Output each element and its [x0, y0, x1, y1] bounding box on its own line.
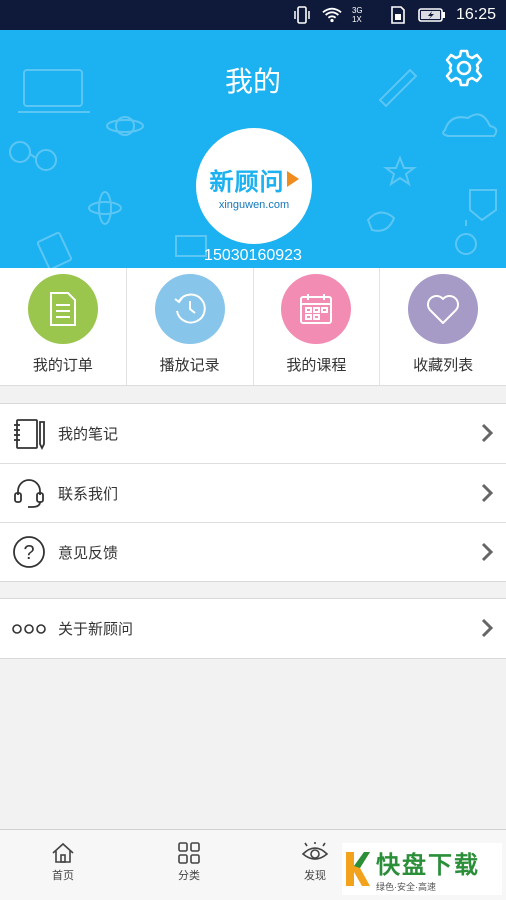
quick-label-courses: 我的课程	[286, 357, 347, 374]
screen: 3G 1X 16:25 我的 新顾问 xinguwen.com 15030160…	[0, 0, 506, 900]
chevron-right-icon	[481, 542, 494, 562]
chevron-right-icon	[481, 423, 494, 443]
chevron-right-icon	[481, 618, 494, 638]
quick-label-orders: 我的订单	[32, 357, 93, 374]
network-type-label: 3G	[351, 6, 363, 15]
nav-label-discover: 发现	[304, 870, 326, 882]
menu-label-about: 关于新顾问	[58, 621, 134, 638]
play-icon	[286, 171, 299, 187]
heart-icon	[408, 274, 479, 344]
calendar-icon	[281, 274, 352, 344]
menu-item-about[interactable]: 关于新顾问	[0, 599, 506, 658]
nav-label-home: 首页	[52, 870, 74, 882]
document-icon	[27, 274, 98, 344]
svg-text:?: ?	[23, 542, 34, 564]
network-sub-label: 1X	[351, 15, 362, 24]
question-icon: ?	[12, 535, 46, 569]
nav-label-category: 分类	[178, 870, 200, 882]
menu-item-contact[interactable]: 联系我们	[0, 463, 506, 522]
menu-label-feedback: 意见反馈	[58, 544, 119, 562]
avatar[interactable]: 新顾问 xinguwen.com	[196, 128, 312, 244]
eye-icon	[301, 842, 329, 860]
quick-actions: 我的订单 播放记录 我的课程 收藏列表	[0, 268, 506, 386]
notebook-icon	[12, 417, 46, 451]
menu-item-notes[interactable]: 我的笔记	[0, 404, 506, 463]
quick-label-history: 播放记录	[159, 357, 220, 374]
history-icon	[154, 274, 225, 344]
quick-item-orders[interactable]: 我的订单	[0, 268, 127, 385]
user-phone: 15030160923	[204, 247, 302, 264]
profile-header: 我的 新顾问 xinguwen.com 15030160923	[0, 30, 506, 268]
watermark-brand: 快盘下载	[376, 852, 480, 879]
logo-url: xinguwen.com	[218, 198, 290, 211]
watermark: 快盘下载 绿色·安全·高速	[342, 843, 502, 895]
wifi-icon	[322, 6, 342, 24]
sim-icon	[388, 6, 408, 24]
chevron-right-icon	[481, 483, 494, 503]
quick-item-history[interactable]: 播放记录	[127, 268, 254, 385]
quick-label-favorites: 收藏列表	[413, 357, 474, 374]
gear-icon[interactable]	[444, 48, 484, 88]
quick-item-courses[interactable]: 我的课程	[254, 268, 381, 385]
menu-item-feedback[interactable]: ? 意见反馈	[0, 522, 506, 581]
status-bar: 3G 1X 16:25	[0, 0, 506, 30]
grid-icon	[178, 842, 200, 864]
quick-item-favorites[interactable]: 收藏列表	[380, 268, 506, 385]
more-dots-icon	[12, 612, 46, 646]
home-icon	[52, 842, 74, 863]
nav-home[interactable]: 首页	[0, 830, 126, 900]
watermark-tagline: 绿色·安全·高速	[376, 882, 436, 892]
clock: 16:25	[455, 6, 496, 23]
vibrate-icon	[292, 6, 312, 24]
page-title: 我的	[224, 66, 281, 97]
menu-label-contact: 联系我们	[58, 485, 119, 503]
logo-text: 新顾问	[210, 162, 299, 197]
signal-icon: 3G 1X	[352, 6, 378, 24]
menu-label-notes: 我的笔记	[58, 426, 119, 443]
headset-icon	[12, 476, 46, 510]
menu-group-main: 我的笔记 联系我们 ? 意见反馈	[0, 403, 506, 582]
battery-icon	[418, 6, 446, 24]
menu-group-about: 关于新顾问	[0, 598, 506, 659]
nav-category[interactable]: 分类	[126, 830, 252, 900]
watermark-logo-icon	[346, 852, 370, 886]
